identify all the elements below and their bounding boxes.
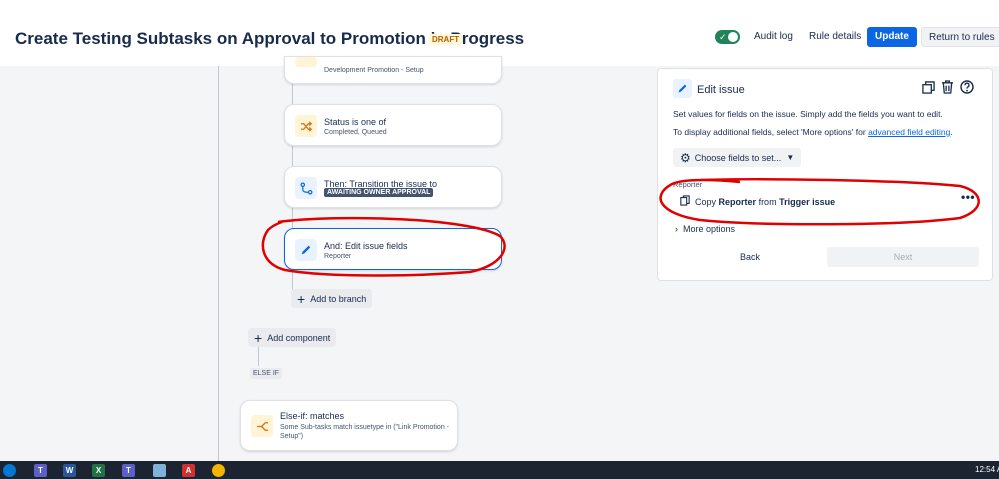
panel-pencil-icon	[673, 79, 692, 98]
add-to-branch-label: Add to branch	[310, 293, 367, 304]
panel-description: Set values for fields on the issue. Simp…	[673, 109, 943, 119]
rule-enabled-toggle[interactable]: ✓	[715, 30, 740, 44]
next-button[interactable]: Next	[827, 247, 979, 267]
card-subtitle: Development Promotion - Setup	[324, 67, 424, 74]
branch-icon	[251, 415, 273, 437]
transition-icon	[295, 177, 317, 199]
gear-icon: ⚙	[680, 150, 691, 165]
outer-flow-line	[218, 66, 219, 461]
status-lozenge-wrap: AWAITING OWNER APPROVAL	[324, 188, 434, 197]
panel-description-2: To display additional fields, select 'Mo…	[673, 127, 953, 137]
chevron-right-icon: ›	[675, 224, 678, 234]
condition-icon	[295, 57, 317, 67]
check-icon: ✓	[719, 32, 727, 42]
choose-fields-label: Choose fields to set...	[694, 152, 782, 163]
add-to-branch-button[interactable]: + Add to branch	[291, 289, 373, 308]
card-subtitle: Completed, Queued	[324, 129, 387, 136]
word-icon[interactable]: W	[63, 464, 76, 477]
chevron-down-icon: ▼	[786, 153, 795, 162]
card-subtitle-2: Setup")	[280, 433, 304, 440]
copy-icon	[680, 195, 690, 208]
advanced-field-editing-link[interactable]: advanced field editing	[868, 127, 950, 137]
chrome-icon[interactable]	[212, 464, 225, 477]
from-text: from	[758, 196, 777, 207]
flow-card-transition-issue[interactable]: Then: Transition the issue to AWAITING O…	[284, 166, 502, 208]
rule-details-button[interactable]: Rule details	[803, 27, 867, 47]
more-options-label: More options	[683, 224, 736, 234]
panel-title: Edit issue	[697, 84, 745, 96]
delete-icon[interactable]	[941, 80, 954, 99]
pencil-icon	[295, 239, 317, 261]
card-title: And: Edit issue fields	[324, 241, 408, 251]
teams-alt-icon[interactable]: T	[122, 464, 135, 477]
draft-badge: DRAFT	[429, 34, 463, 45]
main-flow-line	[258, 346, 259, 366]
card-subtitle: Some Sub-tasks match issuetype in ("Link…	[280, 424, 449, 431]
reporter-field-label: Reporter	[673, 180, 703, 189]
else-if-tag: ELSE IF	[250, 368, 283, 379]
flow-card-status-condition[interactable]: Status is one of Completed, Queued	[284, 104, 502, 146]
copy-field-name: Reporter	[718, 196, 757, 207]
copy-text: Copy	[695, 196, 717, 207]
card-title: Else-if: matches	[280, 411, 345, 421]
toggle-knob	[728, 32, 738, 42]
notepad-icon[interactable]	[153, 464, 166, 477]
reporter-field-value[interactable]: Copy Reporter from Trigger issue	[680, 195, 835, 208]
back-button[interactable]: Back	[740, 252, 760, 262]
card-subtitle: Reporter	[324, 253, 352, 260]
flow-card-promotion-setup[interactable]: Development Promotion - Setup	[284, 56, 502, 84]
add-component-button[interactable]: + Add component	[248, 328, 337, 347]
flow-card-edit-issue-fields[interactable]: And: Edit issue fields Reporter	[284, 228, 502, 270]
taskbar: T W X T A 12:54 A	[0, 461, 999, 479]
plus-icon: +	[297, 290, 306, 307]
start-icon[interactable]	[3, 464, 16, 477]
edit-issue-panel: Edit issue Set values for fields on the …	[657, 68, 993, 281]
status-lozenge: AWAITING OWNER APPROVAL	[324, 188, 434, 197]
desc-suffix: .	[950, 127, 953, 137]
excel-icon[interactable]: X	[92, 464, 105, 477]
return-to-rules-button[interactable]: Return to rules	[921, 27, 999, 47]
add-component-label: Add component	[267, 332, 331, 343]
clock: 12:54 A	[975, 465, 999, 474]
choose-fields-button[interactable]: ⚙ Choose fields to set... ▼	[673, 148, 802, 167]
update-button[interactable]: Update	[867, 27, 917, 47]
flow-card-else-if[interactable]: Else-if: matches Some Sub-tasks match is…	[240, 400, 458, 451]
teams-icon[interactable]: T	[34, 464, 47, 477]
acrobat-icon[interactable]: A	[182, 464, 195, 477]
more-options-toggle[interactable]: › More options	[675, 224, 735, 234]
desc-prefix: To display additional fields, select 'Mo…	[673, 127, 869, 137]
copy-source: Trigger issue	[779, 196, 836, 207]
plus-icon: +	[254, 329, 263, 346]
more-actions-icon[interactable]: •••	[961, 190, 975, 204]
duplicate-icon[interactable]	[922, 81, 935, 99]
shuffle-icon	[295, 115, 317, 137]
help-icon[interactable]	[960, 80, 974, 99]
card-title: Status is one of	[324, 117, 387, 127]
audit-log-button[interactable]: Audit log	[748, 27, 799, 47]
